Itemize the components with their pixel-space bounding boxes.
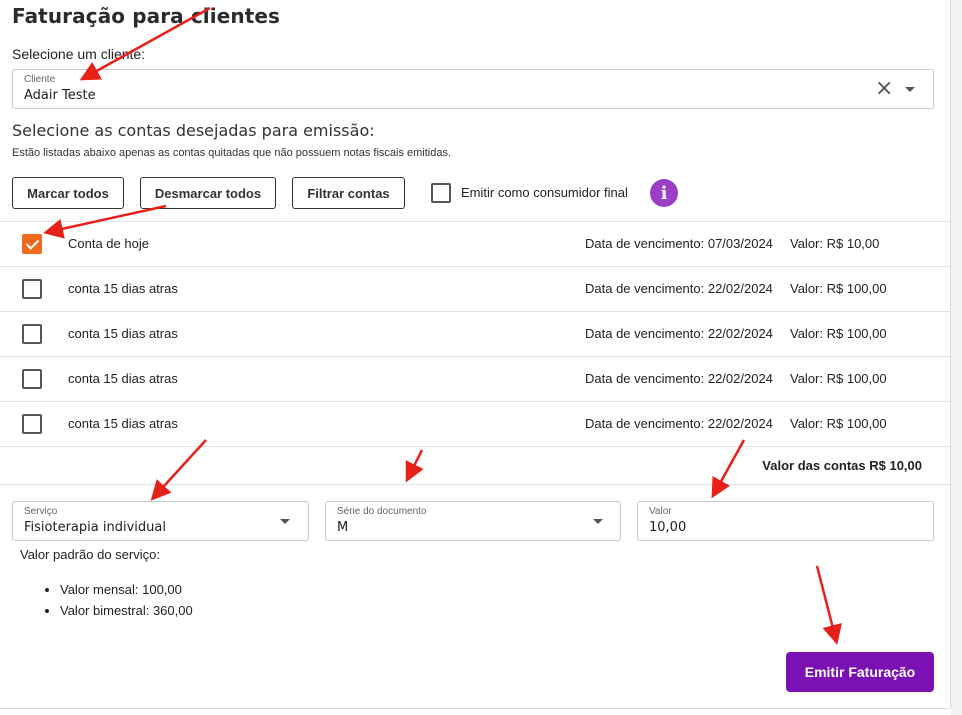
- value-input[interactable]: Valor 10,00: [637, 501, 934, 541]
- account-name: conta 15 dias atras: [68, 416, 178, 431]
- service-select[interactable]: Serviço Fisioterapia individual: [12, 501, 309, 541]
- account-name: conta 15 dias atras: [68, 371, 178, 386]
- list-item[interactable]: conta 15 dias atras Data de vencimento: …: [0, 356, 950, 401]
- final-consumer-label: Emitir como consumidor final: [461, 185, 628, 200]
- account-name: Conta de hoje: [68, 236, 149, 251]
- list-item[interactable]: conta 15 dias atras Data de vencimento: …: [0, 311, 950, 356]
- account-value: Valor: R$ 10,00: [790, 236, 880, 251]
- list-item[interactable]: conta 15 dias atras Data de vencimento: …: [0, 266, 950, 311]
- accounts-heading: Selecione as contas desejadas para emiss…: [12, 121, 375, 140]
- account-value: Valor: R$ 100,00: [790, 281, 887, 296]
- account-due-date: Data de vencimento: 22/02/2024: [585, 371, 773, 386]
- account-checkbox[interactable]: [22, 234, 42, 254]
- account-checkbox[interactable]: [22, 369, 42, 389]
- client-field-value: Adair Teste: [24, 88, 96, 103]
- account-checkbox[interactable]: [22, 414, 42, 434]
- account-name: conta 15 dias atras: [68, 281, 178, 296]
- service-field-label: Serviço: [24, 506, 58, 517]
- client-select[interactable]: Cliente Adair Teste ×: [12, 69, 934, 109]
- chevron-down-icon[interactable]: [905, 87, 915, 92]
- accounts-total: Valor das contas R$ 10,00: [762, 458, 922, 473]
- list-item: Valor bimestral: 360,00: [60, 603, 193, 624]
- billing-panel: Faturação para clientes Selecione um cli…: [0, 0, 951, 709]
- chevron-down-icon[interactable]: [593, 519, 603, 524]
- account-name: conta 15 dias atras: [68, 326, 178, 341]
- account-checkbox[interactable]: [22, 324, 42, 344]
- accounts-note: Estão listadas abaixo apenas as contas q…: [12, 147, 452, 159]
- account-due-date: Data de vencimento: 22/02/2024: [585, 281, 773, 296]
- client-field-label: Cliente: [24, 74, 56, 85]
- account-value: Valor: R$ 100,00: [790, 416, 887, 431]
- final-consumer-checkbox[interactable]: [431, 183, 451, 203]
- list-item[interactable]: Conta de hoje Data de vencimento: 07/03/…: [0, 221, 950, 266]
- account-checkbox[interactable]: [22, 279, 42, 299]
- account-value: Valor: R$ 100,00: [790, 371, 887, 386]
- document-series-select[interactable]: Série do documento M: [325, 501, 621, 541]
- account-due-date: Data de vencimento: 07/03/2024: [585, 236, 773, 251]
- page-title: Faturação para clientes: [12, 4, 281, 28]
- page-background-strip: [951, 0, 962, 715]
- chevron-down-icon[interactable]: [280, 519, 290, 524]
- emit-billing-button[interactable]: Emitir Faturação: [786, 652, 934, 692]
- value-field-value: 10,00: [649, 520, 687, 535]
- value-field-label: Valor: [649, 506, 672, 517]
- list-item: Valor mensal: 100,00: [60, 582, 193, 603]
- list-item[interactable]: conta 15 dias atras Data de vencimento: …: [0, 401, 950, 446]
- default-values-list: Valor mensal: 100,00 Valor bimestral: 36…: [42, 582, 193, 624]
- divider: [0, 484, 950, 485]
- accounts-list: Conta de hoje Data de vencimento: 07/03/…: [0, 221, 950, 446]
- series-field-value: M: [337, 520, 349, 535]
- clear-icon[interactable]: ×: [875, 78, 893, 100]
- select-all-button[interactable]: Marcar todos: [12, 177, 124, 209]
- service-field-value: Fisioterapia individual: [24, 520, 166, 535]
- deselect-all-button[interactable]: Desmarcar todos: [140, 177, 276, 209]
- select-client-label: Selecione um cliente:: [12, 46, 146, 62]
- account-due-date: Data de vencimento: 22/02/2024: [585, 326, 773, 341]
- series-field-label: Série do documento: [337, 506, 427, 517]
- filter-accounts-button[interactable]: Filtrar contas: [292, 177, 405, 209]
- divider: [0, 446, 950, 447]
- account-value: Valor: R$ 100,00: [790, 326, 887, 341]
- info-icon[interactable]: i: [650, 179, 678, 207]
- default-values-heading: Valor padrão do serviço:: [20, 547, 160, 562]
- account-due-date: Data de vencimento: 22/02/2024: [585, 416, 773, 431]
